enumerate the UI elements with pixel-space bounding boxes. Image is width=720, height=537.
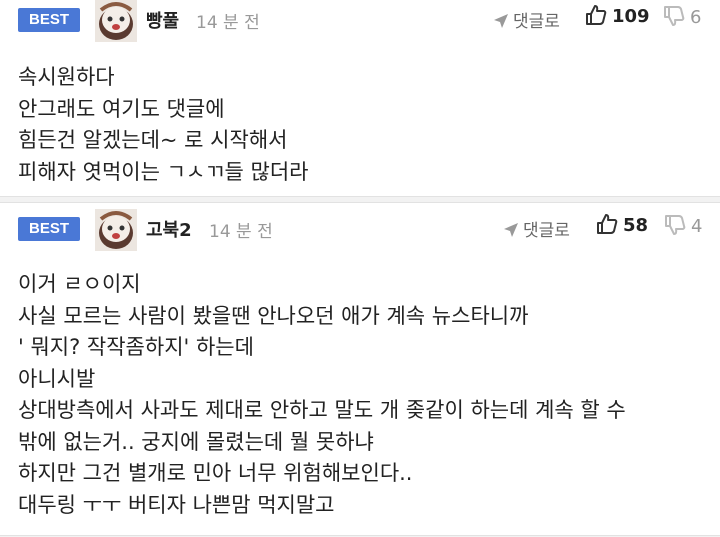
comment-time: 14 분 전 bbox=[209, 222, 273, 242]
thumbs-down-icon bbox=[665, 215, 686, 235]
thumbs-down-icon bbox=[664, 6, 685, 26]
comment-line: 힘든건 알겠는데~ 로 시작해서 bbox=[18, 128, 288, 152]
comment-line: 아니시발 bbox=[18, 366, 96, 391]
comment-card: BEST 고북2 14 분 전 댓글로 58 4 이거 ㄹㅇ이지 사실 모르는 … bbox=[0, 202, 720, 536]
like-button[interactable]: 109 bbox=[585, 4, 650, 27]
thumbs-up-icon bbox=[586, 5, 607, 25]
dislike-count: 4 bbox=[691, 216, 703, 237]
reply-button[interactable]: 댓글로 bbox=[493, 7, 560, 32]
best-badge: BEST bbox=[18, 8, 80, 32]
send-arrow-icon bbox=[493, 13, 509, 29]
comment-line: 안그래도 여기도 댓글에 bbox=[18, 96, 225, 121]
send-arrow-icon bbox=[503, 222, 519, 238]
like-button[interactable]: 58 bbox=[596, 213, 648, 236]
comment-line: 속시원하다 bbox=[18, 65, 115, 89]
dislike-button[interactable]: 4 bbox=[664, 214, 702, 237]
comment-time: 14 분 전 bbox=[196, 13, 260, 33]
comment-line: 밖에 없는거.. 궁지에 몰렸는데 뭘 못하냐 bbox=[18, 429, 374, 454]
comment-line: 사실 모르는 사람이 봤을땐 안나오던 애가 계속 뉴스타니까 bbox=[18, 303, 529, 328]
comment-header: BEST 빵풀 14 분 전 댓글로 109 6 bbox=[0, 0, 720, 42]
best-badge: BEST bbox=[18, 217, 80, 241]
comment-line: 대두링 ㅜㅜ 버티자 나쁜맘 먹지말고 bbox=[18, 492, 335, 517]
comment-line: 이거 ㄹㅇ이지 bbox=[18, 272, 141, 296]
dislike-count: 6 bbox=[690, 7, 702, 28]
avatar-icon[interactable] bbox=[95, 0, 137, 42]
comment-body: 이거 ㄹㅇ이지 사실 모르는 사람이 봤을땐 안나오던 애가 계속 뉴스타니까 … bbox=[18, 269, 626, 521]
author-name[interactable]: 빵풀 bbox=[146, 7, 179, 33]
like-count: 58 bbox=[623, 215, 649, 236]
comment-line: 상대방측에서 사과도 제대로 안하고 말도 개 좆같이 하는데 계속 할 수 bbox=[18, 398, 626, 422]
dislike-button[interactable]: 6 bbox=[663, 5, 701, 28]
comment-line: ' 뭐지? 작작좀하지' 하는데 bbox=[18, 335, 254, 359]
author-name[interactable]: 고북2 bbox=[146, 216, 192, 242]
comment-body: 속시원하다 안그래도 여기도 댓글에 힘든건 알겠는데~ 로 시작해서 피해자 … bbox=[18, 62, 309, 188]
comment-line: 피해자 엿먹이는 ㄱㅅㄲ들 많더라 bbox=[18, 159, 309, 184]
reply-label: 댓글로 bbox=[513, 12, 560, 32]
comment-line: 하지만 그건 별개로 민아 너무 위험해보인다.. bbox=[18, 461, 413, 485]
reply-button[interactable]: 댓글로 bbox=[503, 216, 570, 241]
like-count: 109 bbox=[612, 6, 650, 27]
reply-label: 댓글로 bbox=[523, 221, 570, 241]
avatar-icon[interactable] bbox=[95, 209, 137, 251]
thumbs-up-icon bbox=[597, 214, 618, 234]
comment-card: BEST 빵풀 14 분 전 댓글로 109 6 속시원하다 안그래도 여기도 … bbox=[0, 0, 720, 197]
comment-header: BEST 고북2 14 분 전 댓글로 58 4 bbox=[0, 209, 720, 251]
